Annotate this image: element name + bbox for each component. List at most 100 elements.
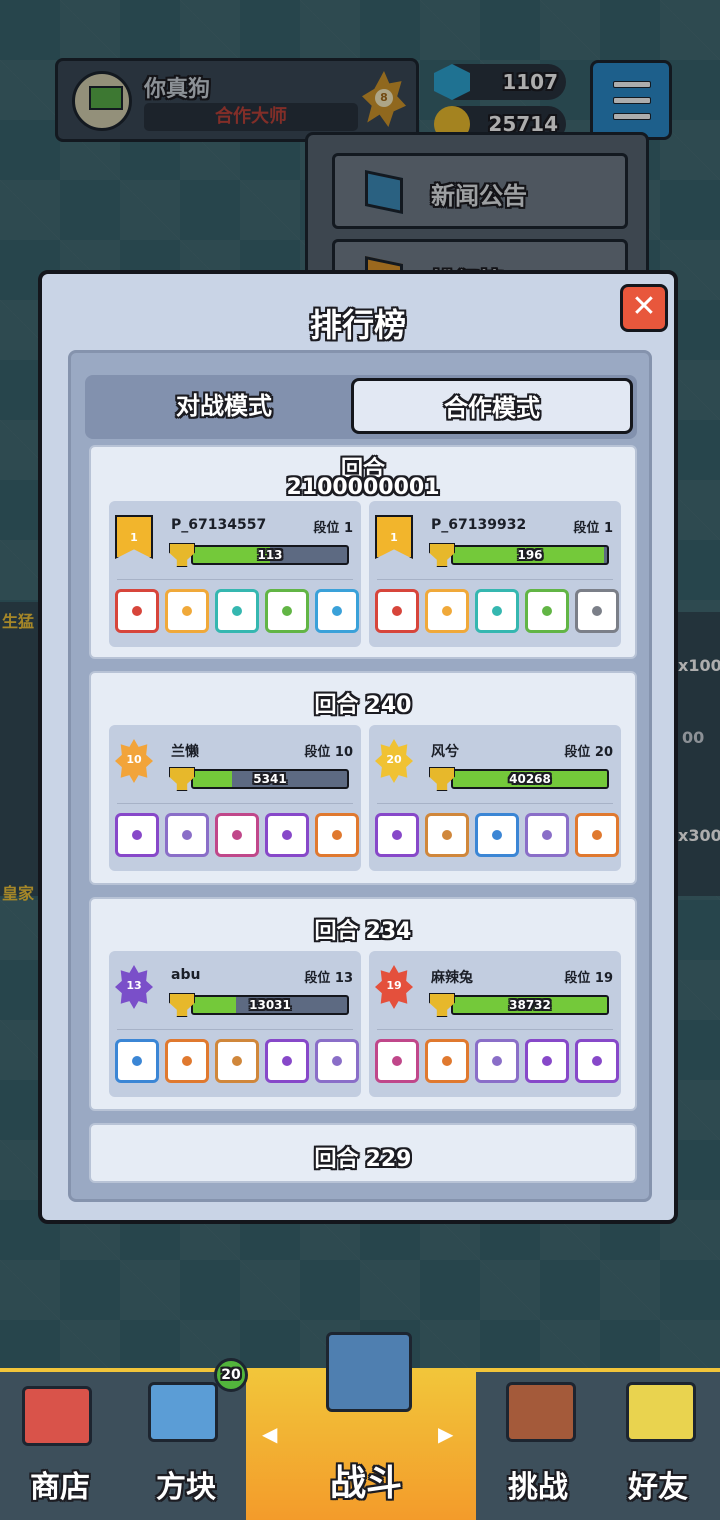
trophy-progress-bar: 13031 <box>191 995 349 1015</box>
dice-icon[interactable] <box>165 589 209 633</box>
dice-icon[interactable] <box>525 589 569 633</box>
player-rank: 段位 1 <box>573 517 613 536</box>
rank-ribbon-icon: 1 <box>115 515 153 559</box>
nav-prev-arrow[interactable]: ◀ <box>262 1422 277 1446</box>
rank-badge-number: 1 <box>390 531 398 544</box>
dice-icon[interactable] <box>475 589 519 633</box>
player-name: P_67139932 <box>431 517 527 533</box>
nav-next-arrow[interactable]: ▶ <box>438 1422 453 1446</box>
dice-icon[interactable] <box>575 1039 619 1083</box>
rank-badge-number: 10 <box>126 753 142 766</box>
leaderboard-modal: 排行榜 ✕ 对战模式 合作模式 回合 2100000001 1 P_67134557 段… <box>38 270 678 1224</box>
rank-star-icon: 13 <box>115 965 153 1009</box>
dice-deck <box>111 1039 359 1087</box>
dice-icon[interactable] <box>525 813 569 857</box>
rank-value: 1 <box>603 521 613 536</box>
leaderboard-entry[interactable]: 回合 240 10 兰懒 段位 10 5341 20 风兮 段位 20 40268 <box>89 671 637 885</box>
dice-icon[interactable] <box>475 1039 519 1083</box>
rank-badge-number: 19 <box>386 979 402 992</box>
rank-badge-number: 20 <box>386 753 402 766</box>
shop-icon <box>22 1386 92 1446</box>
battle-icon <box>326 1332 412 1412</box>
close-button[interactable]: ✕ <box>620 284 668 332</box>
trophy-progress-bar: 196 <box>451 545 609 565</box>
dice-icon[interactable] <box>375 1039 419 1083</box>
rank-value: 10 <box>334 745 353 760</box>
rank-star-icon: 10 <box>115 739 153 783</box>
round-value: 234 <box>365 919 412 944</box>
trophy-count: 113 <box>257 548 283 562</box>
dice-deck <box>111 589 359 637</box>
divider <box>117 803 353 804</box>
dice-icon[interactable] <box>575 813 619 857</box>
rank-value: 1 <box>343 521 353 536</box>
leaderboard-entry[interactable]: 回合 234 13 abu 段位 13 13031 19 麻辣兔 段位 19 38732 <box>89 897 637 1111</box>
dice-icon[interactable] <box>265 1039 309 1083</box>
dice-box-icon <box>148 1382 218 1442</box>
player-rank: 段位 1 <box>313 517 353 536</box>
player-card[interactable]: 19 麻辣兔 段位 19 38732 <box>369 951 621 1097</box>
dice-icon[interactable] <box>575 589 619 633</box>
dice-deck <box>111 813 359 861</box>
round-label: 回合 <box>314 919 359 944</box>
player-name: 兰懒 <box>171 744 199 760</box>
rank-value: 20 <box>594 745 613 760</box>
dice-icon[interactable] <box>215 589 259 633</box>
trophy-count: 5341 <box>253 772 287 786</box>
nav-shop[interactable]: 商店 <box>0 1462 120 1506</box>
dice-icon[interactable] <box>265 589 309 633</box>
dice-icon[interactable] <box>215 1039 259 1083</box>
rank-label: 段位 <box>573 521 600 536</box>
player-card[interactable]: 1 P_67139932 段位 1 196 <box>369 501 621 647</box>
nav-challenge[interactable]: 挑战 <box>478 1462 598 1506</box>
dice-deck <box>371 589 619 637</box>
dice-icon[interactable] <box>315 589 359 633</box>
dice-icon[interactable] <box>115 1039 159 1083</box>
tab-battle-mode[interactable]: 对战模式 <box>89 379 359 435</box>
trophy-count: 196 <box>517 548 543 562</box>
dice-icon[interactable] <box>265 813 309 857</box>
rank-label: 段位 <box>564 745 591 760</box>
dice-icon[interactable] <box>115 813 159 857</box>
dice-icon[interactable] <box>375 589 419 633</box>
divider <box>377 1029 613 1030</box>
nav-friends[interactable]: 好友 <box>598 1462 718 1506</box>
dice-icon[interactable] <box>165 813 209 857</box>
player-rank: 段位 13 <box>304 967 353 986</box>
dice-icon[interactable] <box>215 813 259 857</box>
tab-coop-mode[interactable]: 合作模式 <box>351 378 633 434</box>
nav-dice[interactable]: 方块 <box>126 1462 246 1506</box>
player-name: 风兮 <box>431 744 459 760</box>
round-label: 回合 <box>314 1147 359 1172</box>
dice-icon[interactable] <box>475 813 519 857</box>
dice-icon[interactable] <box>315 813 359 857</box>
mode-tabs: 对战模式 合作模式 <box>85 375 637 439</box>
rank-star-icon: 20 <box>375 739 413 783</box>
player-card[interactable]: 13 abu 段位 13 13031 <box>109 951 361 1097</box>
dice-deck <box>371 813 619 861</box>
player-card[interactable]: 20 风兮 段位 20 40268 <box>369 725 621 871</box>
rank-label: 段位 <box>304 971 331 986</box>
rank-ribbon-icon: 1 <box>375 515 413 559</box>
round-heading: 回合 234 <box>91 913 635 945</box>
player-card[interactable]: 1 P_67134557 段位 1 113 <box>109 501 361 647</box>
dice-icon[interactable] <box>115 589 159 633</box>
dice-icon[interactable] <box>165 1039 209 1083</box>
dice-icon[interactable] <box>425 813 469 857</box>
trophy-progress-bar: 38732 <box>451 995 609 1015</box>
divider <box>377 803 613 804</box>
dice-icon[interactable] <box>425 1039 469 1083</box>
divider <box>377 579 613 580</box>
player-card[interactable]: 10 兰懒 段位 10 5341 <box>109 725 361 871</box>
dice-icon[interactable] <box>375 813 419 857</box>
dice-icon[interactable] <box>315 1039 359 1083</box>
dice-icon[interactable] <box>525 1039 569 1083</box>
dice-icon[interactable] <box>425 589 469 633</box>
rank-badge-number: 13 <box>126 979 142 992</box>
nav-battle[interactable]: 战斗 <box>306 1454 426 1506</box>
leaderboard-entry[interactable]: 回合 2100000001 1 P_67134557 段位 1 113 1 P_6713993… <box>89 445 637 659</box>
leaderboard-entry[interactable]: 回合 229 <box>89 1123 637 1183</box>
challenge-icon <box>506 1382 576 1442</box>
friends-icon <box>626 1382 696 1442</box>
